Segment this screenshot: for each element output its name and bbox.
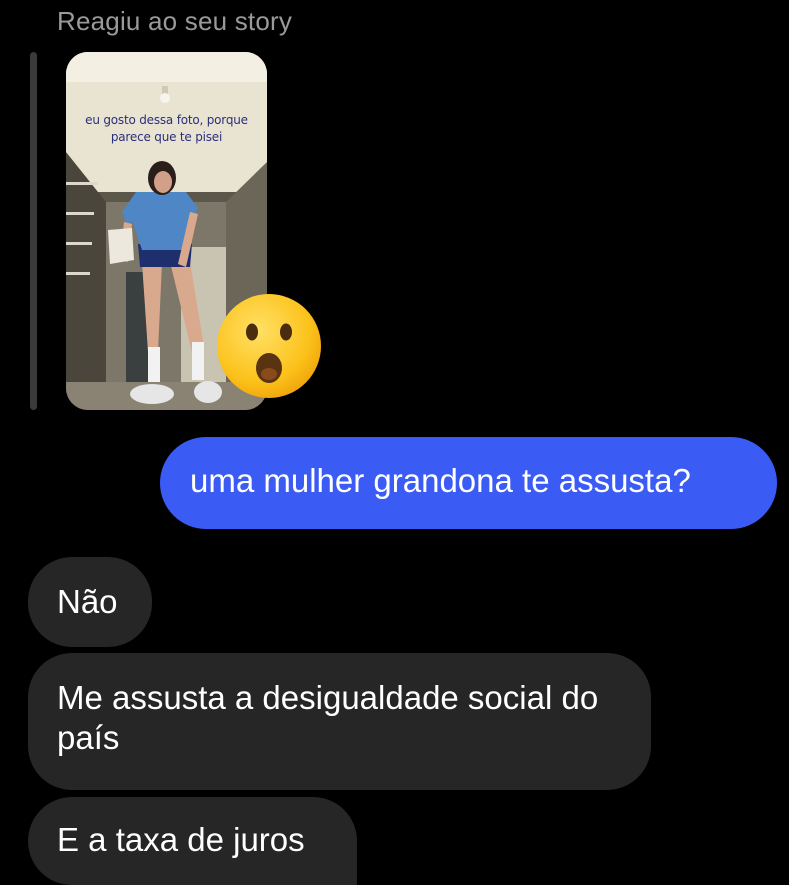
sent-message-bubble[interactable]: uma mulher grandona te assusta?: [160, 437, 777, 529]
message-text: Não: [57, 583, 118, 620]
story-reaction-header: Reagiu ao seu story: [57, 6, 293, 36]
reply-indicator-bar: [30, 52, 37, 410]
message-text: uma mulher grandona te assusta?: [190, 462, 691, 499]
message-text: E a taxa de juros: [57, 821, 305, 858]
message-text: Me assusta a desigualdade social do país: [57, 679, 599, 756]
received-message-bubble[interactable]: E a taxa de juros: [28, 797, 357, 885]
received-message-bubble[interactable]: Me assusta a desigualdade social do país: [28, 653, 651, 790]
reaction-emoji-icon: [215, 292, 323, 400]
story-caption: eu gosto dessa foto, porque parece que t…: [85, 113, 248, 144]
received-message-bubble[interactable]: Não: [28, 557, 152, 647]
